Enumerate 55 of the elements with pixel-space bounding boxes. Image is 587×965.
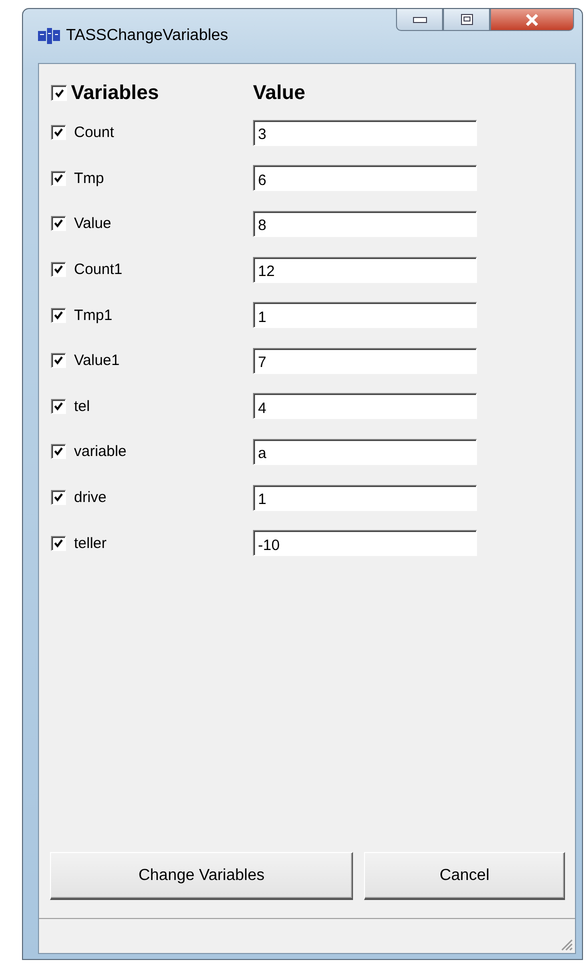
value-field[interactable]: 4 [253, 393, 477, 420]
checkbox[interactable] [51, 308, 66, 323]
value-field[interactable]: 7 [253, 348, 477, 374]
checkmark-icon [54, 493, 63, 502]
variable-name: Count1 [74, 261, 122, 278]
checkbox[interactable] [51, 536, 66, 551]
variable-name: drive [74, 489, 107, 506]
value-field[interactable]: a [253, 438, 477, 465]
checkmark-icon [54, 174, 63, 183]
maximize-button[interactable] [443, 9, 490, 31]
checkbox[interactable] [51, 262, 66, 278]
resize-grip-icon [559, 937, 573, 951]
variable-name: Tmp1 [74, 306, 112, 324]
checkmark-icon [54, 447, 63, 456]
checkbox[interactable] [51, 353, 66, 368]
maximize-icon [460, 14, 472, 25]
value-field[interactable]: 12 [253, 256, 477, 283]
variables-header: Variables [71, 82, 159, 104]
checkmark-icon [54, 219, 63, 228]
minimize-icon [412, 16, 426, 22]
checkmark-icon [54, 265, 63, 274]
checkbox[interactable] [51, 490, 66, 506]
button[interactable]: Cancel [364, 852, 565, 900]
checkmark-icon [54, 538, 63, 548]
value-field[interactable]: 8 [253, 210, 477, 237]
app-icon [38, 28, 60, 44]
checkbox[interactable] [51, 398, 66, 414]
variable-name: tel [74, 398, 90, 415]
value-field[interactable]: 1 [253, 302, 477, 328]
variable-name: Count [74, 124, 114, 142]
variable-name: teller [74, 534, 107, 552]
variable-name: variable [74, 443, 127, 460]
checkbox[interactable] [51, 444, 66, 460]
checkbox[interactable] [51, 170, 66, 186]
checkmark-icon [54, 88, 64, 98]
minimize-button[interactable] [396, 9, 443, 31]
variable-name: Value [74, 215, 112, 232]
checkbox[interactable] [51, 125, 66, 140]
checkmark-icon [54, 128, 63, 138]
value-field[interactable]: 1 [253, 484, 477, 511]
window-title: TASSChangeVariables [66, 27, 228, 45]
checkmark-icon [54, 402, 63, 411]
close-button[interactable] [490, 9, 574, 31]
checkmark-icon [54, 356, 63, 366]
value-field[interactable]: 3 [253, 120, 477, 146]
value-header: Value [253, 82, 306, 104]
button[interactable]: Change Variables [50, 852, 353, 900]
checkmark-icon [54, 310, 63, 320]
variable-name: Value1 [74, 352, 120, 370]
close-icon [525, 14, 539, 26]
value-field[interactable]: 6 [253, 165, 477, 192]
checkbox[interactable] [51, 216, 66, 232]
checkbox[interactable] [51, 85, 67, 101]
variable-name: Tmp [74, 170, 104, 187]
value-field[interactable]: -10 [253, 530, 477, 556]
